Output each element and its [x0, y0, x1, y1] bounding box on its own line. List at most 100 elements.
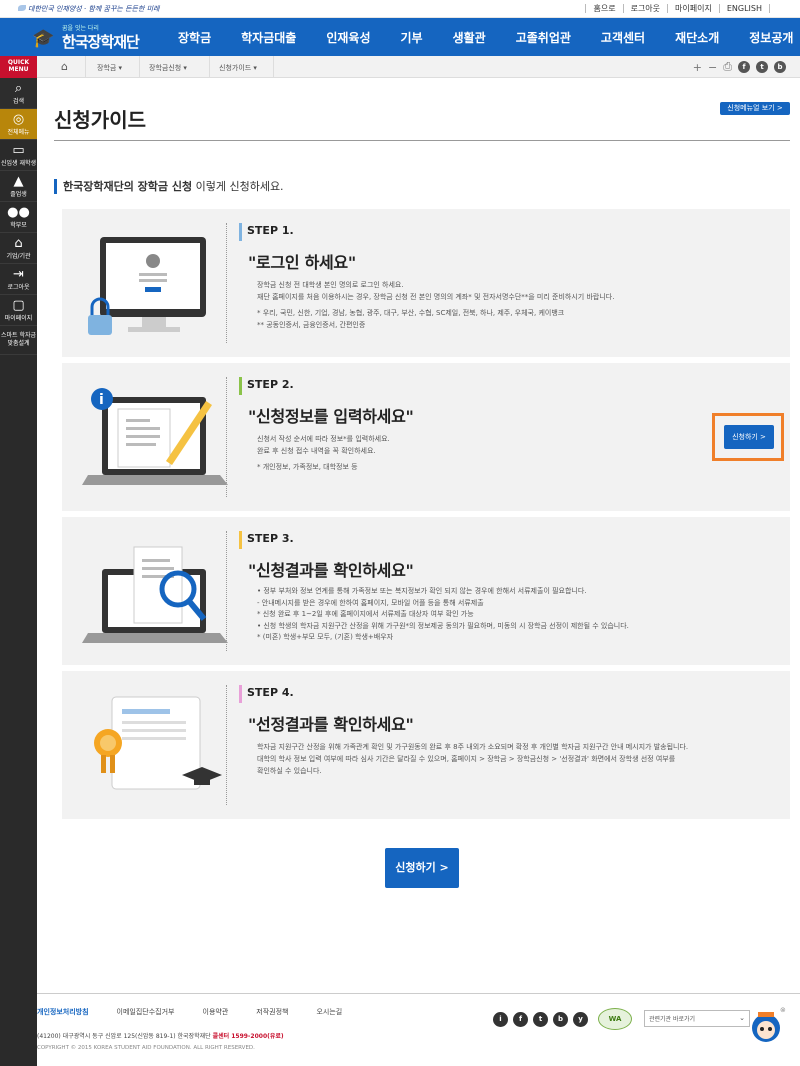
- building-icon: ⌂: [14, 236, 23, 251]
- step-label: STEP 3.: [239, 531, 294, 549]
- divider: [139, 56, 140, 78]
- step-3-card: STEP 3. "신청결과를 확인하세요" • 정부 부처와 정보 연계를 통해…: [62, 517, 790, 665]
- graduation-cap-icon: 🎓: [32, 28, 55, 49]
- twitter-icon[interactable]: t: [533, 1012, 548, 1027]
- login-monitor-icon: [88, 237, 206, 335]
- step-label: STEP 4.: [239, 685, 294, 703]
- apply-button-highlight: 신청하기 >: [712, 413, 784, 461]
- rail-all-menu[interactable]: ◎ 전체메뉴: [0, 109, 37, 140]
- english-link[interactable]: ENGLISH: [718, 4, 770, 13]
- step-apply-button[interactable]: 신청하기 >: [724, 425, 774, 449]
- logo[interactable]: 🎓 꿈을 잇는 다리 한국장학재단: [30, 21, 155, 53]
- nav-dormitory[interactable]: 생활관: [438, 29, 501, 46]
- nav-talent[interactable]: 인재육성: [311, 29, 385, 46]
- form-laptop-icon: i: [82, 388, 228, 485]
- step-4-card: STEP 4. "선정결과를 확인하세요" 학자금 지원구간 산정을 위해 가족…: [62, 671, 790, 819]
- nav-menu: 장학금 학자금대출 인재육성 기부 생활관 고졸취업관 고객센터 재단소개 정보…: [163, 18, 800, 56]
- search-laptop-icon: [82, 546, 228, 643]
- breadcrumb-apply[interactable]: 장학금신청 ▾: [149, 63, 187, 73]
- zoom-out-icon[interactable]: −: [708, 61, 717, 74]
- quick-menu-title: QUICK MENU: [0, 56, 37, 78]
- directions-link[interactable]: 오시는길: [316, 1007, 342, 1017]
- step-divider: [226, 377, 227, 497]
- rail-institutions[interactable]: ⌂ 기업/기관: [0, 233, 37, 264]
- divider: [85, 56, 86, 78]
- print-icon[interactable]: ⎙: [723, 60, 732, 74]
- step-2-card: i STEP 2. "신청정보를 입력하세요" 신청서 작성 순서에 따라 정보…: [62, 363, 790, 511]
- svg-text:i: i: [99, 392, 104, 408]
- close-icon[interactable]: ⊗: [780, 1006, 786, 1014]
- facebook-share-icon[interactable]: f: [738, 61, 750, 73]
- nav-about[interactable]: 재단소개: [660, 29, 734, 46]
- terms-link[interactable]: 이용약관: [203, 1007, 229, 1017]
- logout-link[interactable]: 로그아웃: [622, 4, 667, 13]
- rail-logout[interactable]: ⇥ 로그아웃: [0, 264, 37, 295]
- chevron-down-icon: ⌄: [739, 1014, 745, 1022]
- divider: [273, 56, 274, 78]
- mascot-icon[interactable]: [749, 1008, 783, 1046]
- breadcrumb: ⌂ 장학금 ▾ 장학금신청 ▾ 신청가이드 ▾ + − ⎙ f t b: [37, 56, 800, 78]
- rail-smart-plan[interactable]: 스마트 학자금 맞춤설계: [0, 326, 37, 355]
- step-body: 장학금 신청 전 대학생 본인 명의로 로그인 하세요. 재단 홈페이지를 처음…: [257, 281, 615, 329]
- footer-copyright: COPYRIGHT © 2015 KOREA STUDENT AID FOUND…: [37, 1045, 255, 1051]
- main-nav: 🎓 꿈을 잇는 다리 한국장학재단 장학금 학자금대출 인재육성 기부 생활관 …: [0, 18, 800, 56]
- title-divider: [54, 140, 790, 141]
- intro-heading: 한국장학재단의 장학금 신청 이렇게 신청하세요.: [54, 179, 284, 194]
- email-refusal-link[interactable]: 이메일집단수집거부: [117, 1007, 175, 1017]
- page-tools: + − ⎙ f t b: [693, 60, 786, 74]
- nav-customer-center[interactable]: 고객센터: [586, 29, 660, 46]
- privacy-policy-link[interactable]: 개인정보처리방침: [37, 1007, 89, 1017]
- rail-mypage[interactable]: ▢ 마이페이지: [0, 295, 37, 326]
- step-divider: [226, 685, 227, 805]
- nav-loan[interactable]: 학자금대출: [226, 29, 311, 46]
- web-accessibility-mark: WA: [598, 1008, 632, 1030]
- step-body: 신청서 작성 순서에 따라 정보*를 입력하세요. 완료 후 신청 접수 내역을…: [257, 435, 390, 471]
- step-body: 학자금 지원구간 산정을 위해 가족관계 확인 및 가구원동의 완료 후 8주 …: [257, 743, 689, 775]
- rail-graduates[interactable]: ▲ 졸업생: [0, 171, 37, 202]
- youtube-icon[interactable]: y: [573, 1012, 588, 1027]
- nav-donation[interactable]: 기부: [386, 29, 438, 46]
- certificate-icon: [94, 696, 222, 790]
- facebook-icon[interactable]: f: [513, 1012, 528, 1027]
- copyright-policy-link[interactable]: 저작권정책: [256, 1007, 288, 1017]
- mypage-link[interactable]: 마이페이지: [667, 4, 719, 13]
- search-icon: ⌕: [14, 81, 23, 96]
- footer-address: (41200) 대구광역시 동구 신암로 125(신암동 819-1) 한국장학…: [37, 1033, 284, 1040]
- leaf-icon: [18, 5, 26, 11]
- step-1-card: STEP 1. "로그인 하세요" 장학금 신청 전 대학생 본인 명의로 로그…: [62, 209, 790, 357]
- logout-icon: ⇥: [13, 267, 24, 282]
- blog-share-icon[interactable]: b: [774, 61, 786, 73]
- instagram-icon[interactable]: i: [493, 1012, 508, 1027]
- footer-sns: i f t b y: [493, 1012, 588, 1027]
- nav-info[interactable]: 정보공개: [734, 29, 800, 46]
- nav-highschool-job[interactable]: 고졸취업관: [501, 29, 586, 46]
- step-label: STEP 1.: [239, 223, 294, 241]
- zoom-in-icon[interactable]: +: [693, 61, 702, 74]
- page-title: 신청가이드: [54, 108, 146, 132]
- quick-menu-rail: QUICK MENU ⌕ 검색 ◎ 전체메뉴 ▭ 신입생 재학생 ▲ 졸업생 ●● 학부모…: [0, 56, 37, 1066]
- step-label: STEP 2.: [239, 377, 294, 395]
- step-heading: "선정결과를 확인하세요": [248, 715, 414, 734]
- nav-scholarship[interactable]: 장학금: [163, 29, 226, 46]
- step-body: • 정부 부처와 정보 연계를 통해 가족정보 또는 복지정보가 확인 되지 않…: [257, 587, 629, 641]
- rail-parents[interactable]: ●● 학부모: [0, 202, 37, 233]
- step-heading: "로그인 하세요": [248, 253, 356, 272]
- rail-search[interactable]: ⌕ 검색: [0, 78, 37, 109]
- compass-icon: ◎: [12, 112, 25, 127]
- blog-icon[interactable]: b: [553, 1012, 568, 1027]
- rail-students[interactable]: ▭ 신입생 재학생: [0, 140, 37, 171]
- graduate-icon: ▲: [13, 174, 24, 189]
- breadcrumb-guide[interactable]: 신청가이드 ▾: [219, 63, 257, 73]
- manual-button[interactable]: 신청메뉴얼 보기 >: [720, 102, 790, 115]
- step-divider: [226, 223, 227, 343]
- slogan: 대한민국 인재양성 · 함께 꿈꾸는 든든한 미래: [18, 4, 160, 14]
- step-heading: "신청결과를 확인하세요": [248, 561, 414, 580]
- related-sites-select[interactable]: 관련기관 바로가기 ⌄: [644, 1010, 750, 1027]
- breadcrumb-scholarship[interactable]: 장학금 ▾: [97, 63, 122, 73]
- utility-links: 홈으로 로그아웃 마이페이지 ENGLISH: [585, 4, 770, 13]
- home-icon[interactable]: ⌂: [61, 60, 68, 73]
- home-link[interactable]: 홈으로: [585, 4, 622, 13]
- lock-icon: ▢: [12, 298, 25, 313]
- twitter-share-icon[interactable]: t: [756, 61, 768, 73]
- apply-button[interactable]: 신청하기 >: [385, 848, 459, 888]
